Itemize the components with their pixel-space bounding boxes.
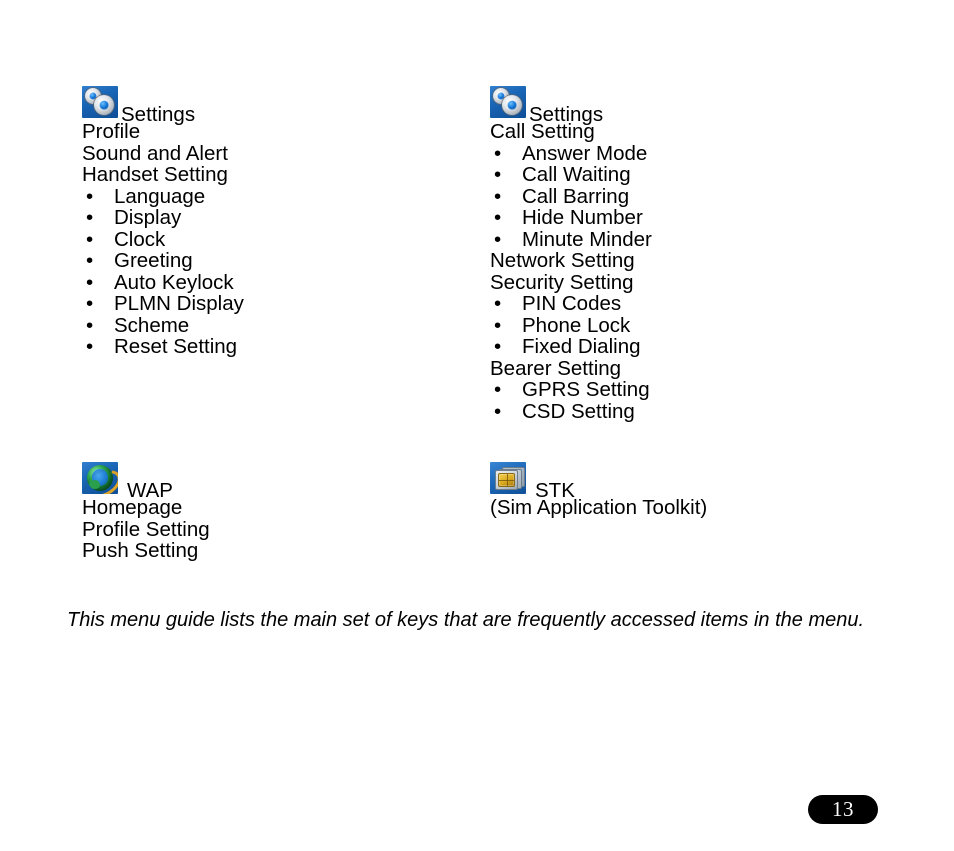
menu-subitem-label: Greeting bbox=[114, 249, 193, 272]
menu-item: (Sim Application Toolkit) bbox=[490, 496, 708, 519]
menu-subitem: • Reset Setting bbox=[82, 336, 462, 358]
menu-subitem: • Display bbox=[82, 207, 462, 229]
bullet-icon: • bbox=[494, 184, 502, 208]
bullet-icon: • bbox=[86, 335, 94, 358]
menu-item: Homepage bbox=[82, 496, 183, 519]
menu-subitem-label: Phone Lock bbox=[522, 313, 631, 337]
bullet-icon: • bbox=[86, 292, 94, 315]
bullet-icon: • bbox=[494, 313, 502, 337]
menu-subitem: • PLMN Display bbox=[82, 293, 462, 315]
menu-item: Security Setting bbox=[490, 270, 634, 294]
menu-subitem: • Greeting bbox=[82, 250, 462, 272]
menu-subitem-label: Answer Mode bbox=[522, 141, 648, 165]
menu-subitem-label: Display bbox=[114, 206, 182, 229]
section-settings-right: Settings Call Setting • Answer Mode • Call… bbox=[490, 86, 890, 422]
menu-subitem: • Fixed Dialing bbox=[490, 336, 890, 358]
menu-subitem: • CSD Setting bbox=[490, 399, 890, 423]
section-settings-left: Settings Profile Sound and Alert Handset… bbox=[82, 86, 462, 358]
menu-subitem: • Call Barring bbox=[490, 184, 890, 208]
menu-subitem-label: Clock bbox=[114, 227, 166, 251]
menu-subitem-label: PIN Codes bbox=[522, 292, 622, 315]
menu-subitem-label: PLMN Display bbox=[114, 292, 244, 315]
bullet-icon: • bbox=[86, 270, 94, 294]
menu-subitem-label: Call Barring bbox=[522, 184, 630, 208]
bullet-icon: • bbox=[86, 313, 94, 337]
bullet-icon: • bbox=[494, 399, 502, 423]
sim-chip-shape bbox=[498, 473, 515, 487]
settings-gear-icon bbox=[82, 86, 118, 118]
menu-subitem-label: Reset Setting bbox=[114, 335, 238, 358]
menu-subitem-label: Hide Number bbox=[522, 206, 643, 229]
bullet-icon: • bbox=[494, 292, 502, 315]
bullet-icon: • bbox=[494, 227, 502, 251]
globe-icon bbox=[82, 462, 118, 494]
menu-subitem-label: Scheme bbox=[114, 313, 190, 337]
footnote-text: This menu guide lists the main set of ke… bbox=[67, 609, 865, 631]
menu-subitem-label: CSD Setting bbox=[522, 399, 635, 423]
page-number-badge: 13 bbox=[808, 795, 878, 824]
document-page: Settings Profile Sound and Alert Handset… bbox=[0, 0, 954, 851]
menu-subitem: • Clock bbox=[82, 227, 462, 251]
sim-card-icon bbox=[490, 462, 526, 494]
menu-subitem: • Minute Minder bbox=[490, 227, 890, 251]
menu-subitem: • Call Waiting bbox=[490, 164, 890, 186]
menu-item: Bearer Setting bbox=[490, 356, 622, 380]
bullet-icon: • bbox=[86, 206, 94, 229]
menu-subitem: • Scheme bbox=[82, 313, 462, 337]
bullet-icon: • bbox=[494, 335, 502, 358]
section-wap: WAP Homepage Profile Setting Push Settin… bbox=[82, 462, 462, 562]
section-header: Settings bbox=[490, 86, 890, 125]
menu-subitem: • PIN Codes bbox=[490, 293, 890, 315]
menu-item: Handset Setting bbox=[82, 163, 228, 186]
bullet-icon: • bbox=[494, 141, 502, 165]
bullet-icon: • bbox=[86, 227, 94, 251]
menu-subitem-label: Language bbox=[114, 184, 206, 208]
section-header: Settings bbox=[82, 86, 462, 125]
menu-item: Profile Setting bbox=[82, 517, 210, 541]
menu-subitem: • Hide Number bbox=[490, 207, 890, 229]
gear-large-shape bbox=[499, 92, 525, 118]
menu-subitem: • Phone Lock bbox=[490, 313, 890, 337]
menu-subitem-label: Fixed Dialing bbox=[522, 335, 641, 358]
bullet-icon: • bbox=[494, 206, 502, 229]
menu-subitem-label: GPRS Setting bbox=[522, 378, 650, 401]
gear-large-shape bbox=[91, 92, 117, 118]
menu-item: Network Setting bbox=[490, 249, 635, 272]
section-stk: STK (Sim Application Toolkit) bbox=[490, 462, 890, 519]
settings-gear-icon bbox=[490, 86, 526, 118]
menu-subitem-label: Minute Minder bbox=[522, 227, 652, 251]
bullet-icon: • bbox=[494, 378, 502, 401]
menu-subitem-label: Call Waiting bbox=[522, 163, 631, 186]
menu-item: Profile bbox=[82, 120, 141, 143]
section-header: STK bbox=[490, 462, 890, 501]
menu-subitem: • GPRS Setting bbox=[490, 379, 890, 401]
bullet-icon: • bbox=[86, 249, 94, 272]
bullet-icon: • bbox=[494, 163, 502, 186]
section-header: WAP bbox=[82, 462, 462, 501]
menu-subitem: • Answer Mode bbox=[490, 141, 890, 165]
menu-item: Push Setting bbox=[82, 539, 199, 562]
menu-item: Call Setting bbox=[490, 120, 595, 143]
bullet-icon: • bbox=[86, 184, 94, 208]
menu-subitem: • Auto Keylock bbox=[82, 270, 462, 294]
menu-subitem: • Language bbox=[82, 184, 462, 208]
menu-item: Sound and Alert bbox=[82, 141, 228, 165]
menu-subitem-label: Auto Keylock bbox=[114, 270, 234, 294]
